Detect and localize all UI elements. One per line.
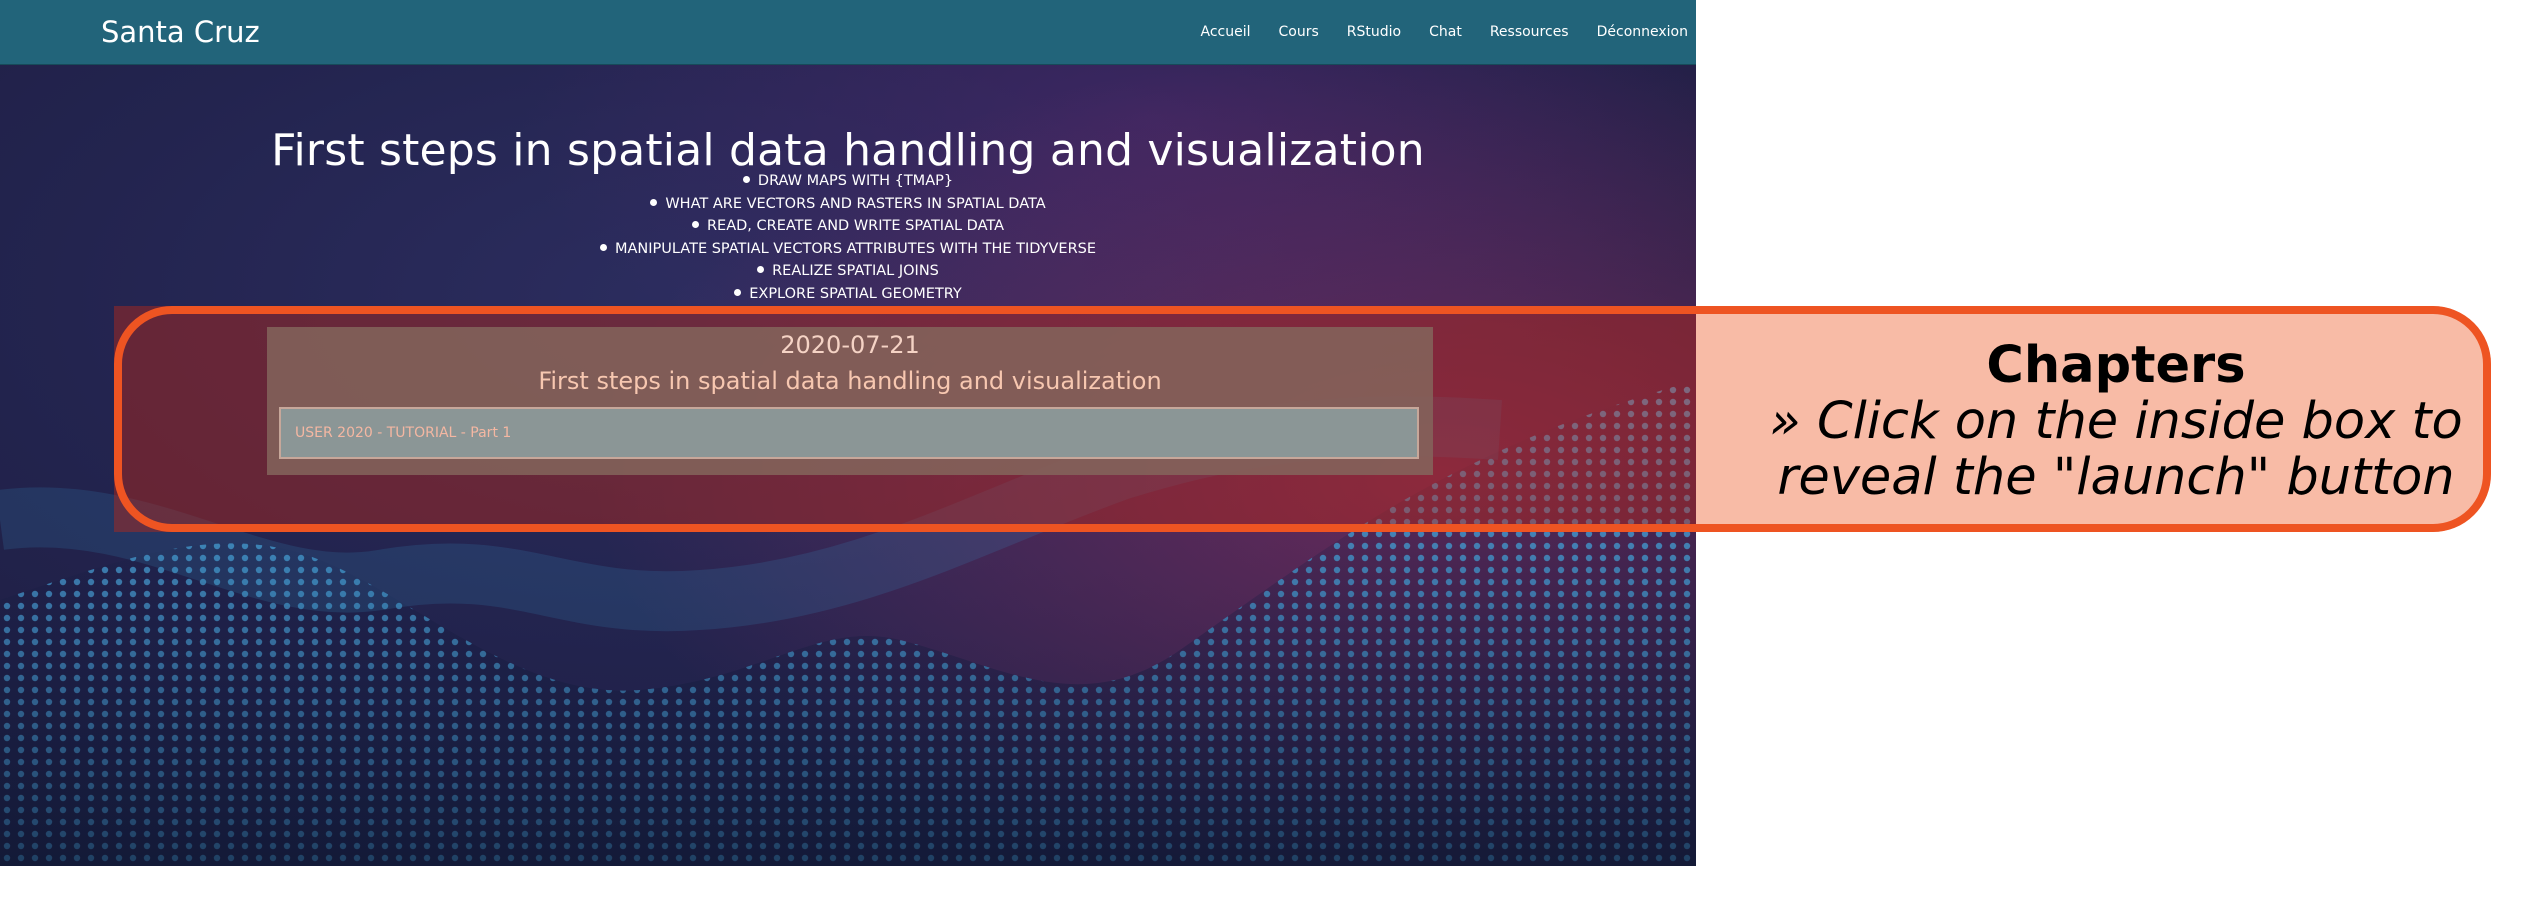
nav-link-accueil[interactable]: Accueil [1201,24,1251,40]
callout-heading: Chapters [1986,336,2246,395]
callout-body-line: reveal the "launch" button [1777,448,2455,507]
bullet-icon [599,243,607,251]
nav-link-ressources[interactable]: Ressources [1490,24,1569,40]
bullet-icon [757,266,765,274]
bullet-icon [650,198,658,206]
nav-link-cours[interactable]: Cours [1279,24,1319,40]
session-card: 2020-07-21 First steps in spatial data h… [267,327,1433,475]
bullet-icon [742,176,750,183]
nav-link-deconnexion[interactable]: Déconnexion [1597,24,1688,40]
callout-body-line: » Click on the inside box to [1769,392,2463,451]
nav-link-rstudio[interactable]: RStudio [1347,24,1401,40]
app-screenshot: Santa Cruz Accueil Cours RStudio Chat Re… [0,0,1696,866]
topic-item: DRAW MAPS WITH {TMAP} [0,170,1696,193]
site-brand[interactable]: Santa Cruz [101,15,260,49]
topic-item: EXPLORE SPATIAL GEOMETRY [0,283,1696,306]
topic-item: REALIZE SPATIAL JOINS [0,260,1696,283]
top-navbar: Santa Cruz Accueil Cours RStudio Chat Re… [0,0,1696,65]
callout-body: » Click on the inside box to reveal the … [1696,394,2536,506]
topic-item: READ, CREATE AND WRITE SPATIAL DATA [0,215,1696,238]
session-date: 2020-07-21 [780,331,920,359]
chapter-label: USER 2020 - TUTORIAL - Part 1 [295,425,512,441]
bullet-icon [734,288,742,296]
bullet-icon [691,221,699,229]
topic-label: READ, CREATE AND WRITE SPATIAL DATA [706,218,1005,235]
page-title: First steps in spatial data handling and… [271,125,1425,177]
nav-link-chat[interactable]: Chat [1429,24,1462,40]
chapter-box[interactable]: USER 2020 - TUTORIAL - Part 1 [279,407,1419,459]
topic-label: MANIPULATE SPATIAL VECTORS ATTRIBUTES WI… [614,240,1097,257]
nav-links: Accueil Cours RStudio Chat Ressources Dé… [1173,0,1689,64]
topic-item: MANIPULATE SPATIAL VECTORS ATTRIBUTES WI… [0,238,1696,261]
topic-label: REALIZE SPATIAL JOINS [772,263,939,280]
topic-item: WHAT ARE VECTORS AND RASTERS IN SPATIAL … [0,193,1696,216]
topic-list: DRAW MAPS WITH {TMAP} WHAT ARE VECTORS A… [0,170,1696,306]
topic-label: EXPLORE SPATIAL GEOMETRY [749,285,962,302]
session-title: First steps in spatial data handling and… [538,367,1162,395]
topic-label: DRAW MAPS WITH {TMAP} [757,173,954,189]
topic-label: WHAT ARE VECTORS AND RASTERS IN SPATIAL … [665,195,1046,212]
